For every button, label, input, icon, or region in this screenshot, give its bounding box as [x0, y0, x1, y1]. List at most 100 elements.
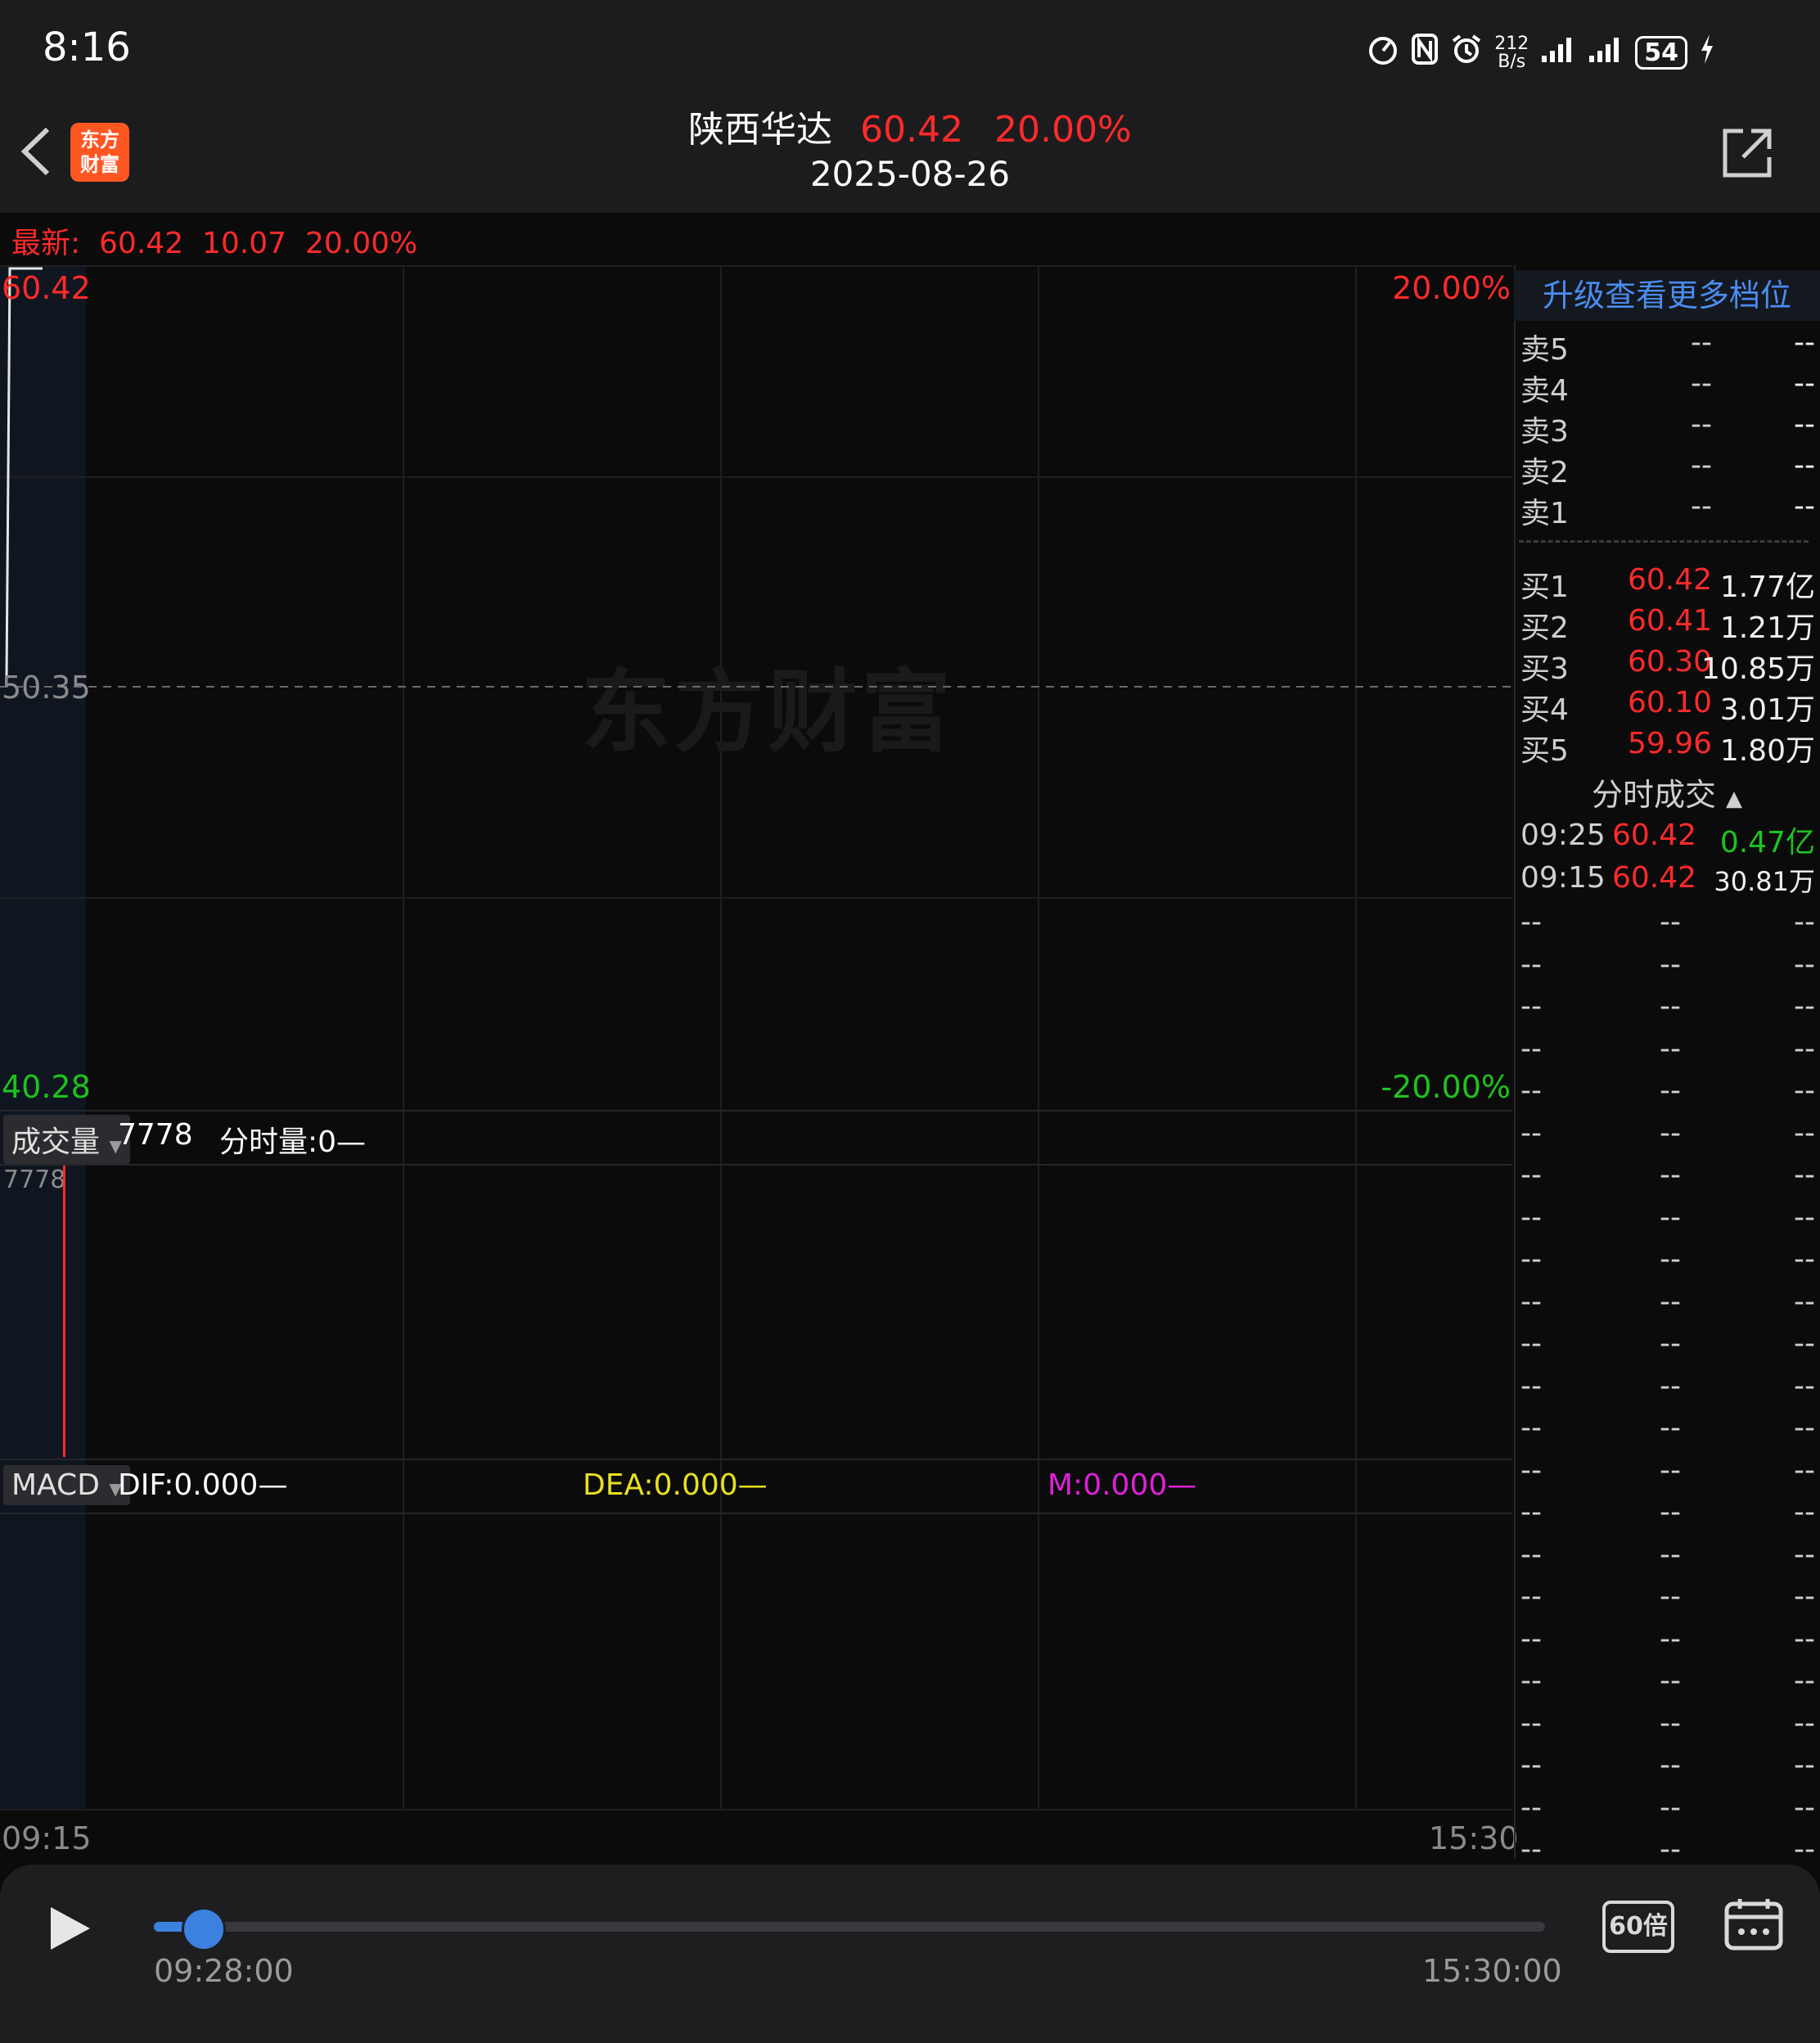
tick-time: --	[1520, 1495, 1542, 1529]
tick-volume: --	[1794, 1495, 1815, 1529]
tick-time: --	[1520, 1031, 1542, 1066]
tick-price: --	[1660, 905, 1681, 939]
stock-change-pct: 20.00%	[994, 109, 1132, 151]
playback-knob[interactable]	[182, 1907, 226, 1951]
speed-button[interactable]: 60倍	[1602, 1901, 1674, 1953]
bid-price: 60.10	[1627, 686, 1712, 719]
latest-price: 60.42	[99, 227, 184, 260]
volume-axis-max: 7778	[3, 1166, 66, 1194]
tick-row-empty: -- -- --	[1520, 1664, 1815, 1705]
bid-label: 买1	[1520, 571, 1569, 604]
nfc-icon	[1411, 33, 1439, 73]
tick-time: --	[1520, 1833, 1542, 1866]
tick-price: --	[1660, 1748, 1681, 1782]
ask-label: 卖2	[1520, 456, 1569, 489]
tick-row-empty: -- -- --	[1520, 1369, 1815, 1410]
tick-volume: --	[1794, 905, 1815, 939]
tick-volume: --	[1794, 1537, 1815, 1572]
tick-price: --	[1660, 1031, 1681, 1066]
tick-volume: --	[1794, 1833, 1815, 1866]
tick-price: --	[1660, 1495, 1681, 1529]
bid-row: 买1 60.42 1.77亿	[1520, 563, 1815, 604]
ask-volume: --	[1794, 326, 1815, 359]
tick-time: --	[1520, 1074, 1542, 1107]
playback-track[interactable]	[154, 1922, 1545, 1932]
playback-current-time: 09:28:00	[154, 1953, 294, 1989]
caret-up-icon: ▲	[1726, 787, 1743, 811]
ask-price: --	[1691, 367, 1712, 400]
tick-price: --	[1660, 1200, 1681, 1234]
tick-time: --	[1520, 1621, 1542, 1656]
alarm-icon	[1450, 33, 1483, 73]
tick-row-empty: -- -- --	[1520, 948, 1815, 989]
tick-time: 09:25	[1520, 819, 1606, 852]
bid-row: 买5 59.96 1.80万	[1520, 727, 1815, 768]
tick-row: 09:25 60.42 0.47亿	[1520, 819, 1815, 859]
bid-row: 买2 60.41 1.21万	[1520, 604, 1815, 645]
upgrade-link[interactable]: 升级查看更多档位	[1514, 270, 1820, 321]
tick-price: --	[1660, 947, 1681, 981]
ask-label: 卖3	[1520, 415, 1569, 449]
tick-price: --	[1660, 1074, 1681, 1107]
ask-row: 卖2 -- --	[1520, 449, 1815, 489]
tick-row-empty: -- -- --	[1520, 1201, 1815, 1242]
ask-volume: --	[1794, 449, 1815, 482]
ask-volume: --	[1794, 489, 1815, 523]
tick-volume: --	[1794, 1031, 1815, 1066]
tick-time: --	[1520, 1369, 1542, 1403]
price-high-label: 60.42	[2, 270, 91, 306]
tick-row-empty: -- -- --	[1520, 1748, 1815, 1789]
macd-indicator-select[interactable]: MACD ▼	[3, 1465, 130, 1505]
bid-price: 60.41	[1627, 604, 1712, 638]
tick-price: --	[1660, 1664, 1681, 1698]
price-mid-label: 50.35	[2, 670, 91, 706]
tick-volume: --	[1794, 1580, 1815, 1613]
ask-volume: --	[1794, 367, 1815, 400]
tick-row-empty: -- -- --	[1520, 1707, 1815, 1748]
tick-time: --	[1520, 1453, 1542, 1487]
battery-level: 54	[1644, 38, 1678, 67]
tick-time: --	[1520, 1706, 1542, 1740]
external-link-icon[interactable]	[1719, 124, 1776, 182]
tick-time: --	[1520, 947, 1542, 981]
tick-price: 60.42	[1612, 861, 1697, 895]
tick-time: --	[1520, 1664, 1542, 1698]
bid-price: 60.30	[1627, 645, 1712, 679]
tick-row-empty: -- -- --	[1520, 1158, 1815, 1199]
ask-price: --	[1691, 489, 1712, 523]
tick-time: --	[1520, 1158, 1542, 1192]
playback-end-time: 15:30:00	[1422, 1953, 1562, 1989]
ticks-title[interactable]: 分时成交 ▲	[1514, 769, 1820, 814]
time-axis-start: 09:15	[2, 1820, 92, 1856]
tick-price: --	[1660, 1833, 1681, 1866]
tick-volume: --	[1794, 1116, 1815, 1150]
status-time: 8:16	[43, 25, 131, 70]
bid-price: 59.96	[1627, 727, 1712, 760]
calendar-icon[interactable]	[1723, 1897, 1784, 1951]
tick-row-empty: -- -- --	[1520, 990, 1815, 1031]
ask-label: 卖4	[1520, 374, 1569, 408]
order-book-separator	[1519, 540, 1809, 543]
tick-time: --	[1520, 1116, 1542, 1150]
signal-icon	[1540, 34, 1576, 71]
tick-price: --	[1660, 1158, 1681, 1192]
volume-indicator-select[interactable]: 成交量 ▼	[3, 1115, 130, 1164]
play-icon[interactable]	[46, 1902, 95, 1955]
ask-price: --	[1691, 326, 1712, 359]
tick-time: --	[1520, 1200, 1542, 1234]
tick-volume: --	[1794, 1453, 1815, 1487]
tick-time: --	[1520, 1790, 1542, 1824]
ask-price: --	[1691, 449, 1712, 482]
price-low-label: 40.28	[2, 1069, 91, 1105]
grid-line	[0, 1809, 1512, 1811]
tick-row: 09:15 60.42 30.81万	[1520, 861, 1815, 902]
tick-row-empty: -- -- --	[1520, 1285, 1815, 1326]
tick-volume: --	[1794, 1242, 1815, 1276]
tick-row-empty: -- -- --	[1520, 905, 1815, 946]
stock-price: 60.42	[860, 109, 964, 151]
latest-quote-row: 最新: 60.42 10.07 20.00%	[11, 219, 417, 262]
macd-select-label: MACD	[11, 1468, 100, 1502]
charging-icon	[1699, 33, 1715, 73]
ask-row: 卖3 -- --	[1520, 408, 1815, 449]
ask-row: 卖5 -- --	[1520, 326, 1815, 367]
